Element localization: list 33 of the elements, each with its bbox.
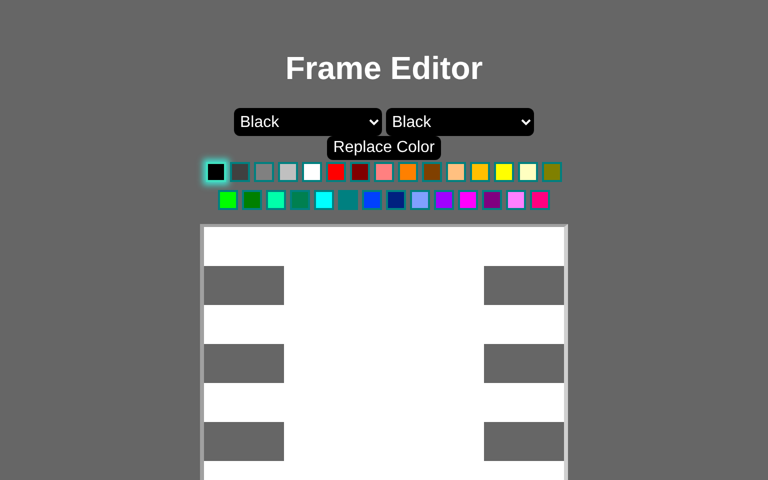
color-swatch[interactable]	[542, 162, 562, 182]
color-swatch[interactable]	[398, 162, 418, 182]
from-color-select[interactable]: Black	[234, 108, 382, 136]
color-swatch[interactable]	[530, 190, 550, 210]
color-swatch[interactable]	[410, 190, 430, 210]
color-swatch[interactable]	[470, 162, 490, 182]
color-swatch[interactable]	[350, 162, 370, 182]
color-swatch[interactable]	[290, 190, 310, 210]
color-swatch[interactable]	[302, 162, 322, 182]
color-swatch[interactable]	[254, 162, 274, 182]
color-swatch[interactable]	[242, 190, 262, 210]
color-swatch[interactable]	[278, 162, 298, 182]
color-swatch[interactable]	[314, 190, 334, 210]
color-swatch[interactable]	[422, 162, 442, 182]
color-swatch[interactable]	[434, 190, 454, 210]
color-swatch[interactable]	[206, 162, 226, 182]
replace-color-button[interactable]: Replace Color	[327, 136, 441, 160]
color-swatch[interactable]	[326, 162, 346, 182]
color-swatch[interactable]	[518, 162, 538, 182]
color-swatch[interactable]	[494, 162, 514, 182]
color-swatch[interactable]	[506, 190, 526, 210]
color-swatch[interactable]	[374, 162, 394, 182]
color-swatch[interactable]	[266, 190, 286, 210]
page-title: Frame Editor	[285, 49, 483, 88]
color-swatch[interactable]	[218, 190, 238, 210]
color-swatch[interactable]	[338, 190, 358, 210]
color-swatch[interactable]	[230, 162, 250, 182]
color-swatch[interactable]	[446, 162, 466, 182]
color-swatch[interactable]	[458, 190, 478, 210]
color-swatch[interactable]	[386, 190, 406, 210]
color-swatch[interactable]	[362, 190, 382, 210]
color-swatch[interactable]	[482, 190, 502, 210]
to-color-select[interactable]: Black	[386, 108, 534, 136]
